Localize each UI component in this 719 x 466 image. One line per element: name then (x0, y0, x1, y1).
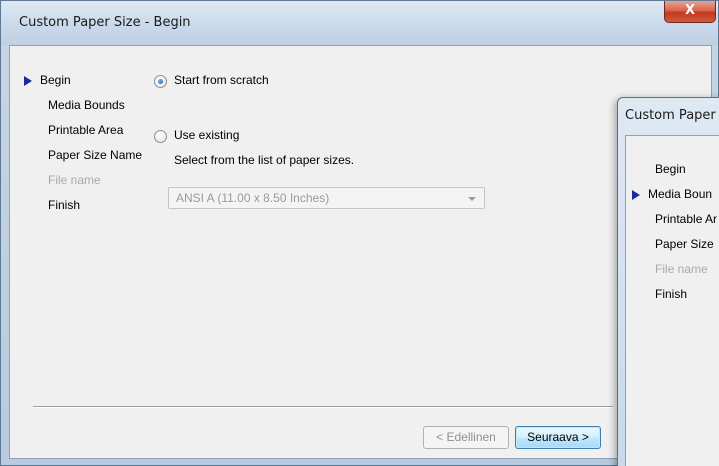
wizard-body: Begin Media Bounds Printable Area Paper … (9, 45, 712, 459)
second-step-file-name: File name (655, 262, 708, 276)
step-finish: Finish (48, 198, 81, 212)
paper-size-select-value: ANSI A (11.00 x 8.50 Inches) (176, 191, 330, 205)
second-wizard-body: Begin Media Boun Printable Ar Paper Size… (625, 135, 719, 466)
close-button[interactable]: X (664, 1, 716, 23)
second-step-printable-area: Printable Ar (655, 212, 718, 226)
second-custom-paper-window[interactable]: Custom Paper Begin Media Boun Printable … (617, 97, 719, 466)
window-title: Custom Paper Size - Begin (19, 15, 191, 30)
paper-size-select[interactable]: ANSI A (11.00 x 8.50 Inches) (168, 187, 485, 209)
use-existing-radio[interactable] (154, 130, 167, 143)
step-paper-size-name: Paper Size Name (48, 148, 143, 162)
second-step-media-bounds: Media Boun (648, 187, 713, 201)
step-file-name: File name (48, 173, 101, 187)
title-bar[interactable]: Custom Paper Size - Begin X (1, 1, 718, 45)
second-step-begin: Begin (655, 162, 686, 176)
use-existing-label[interactable]: Use existing (174, 128, 239, 142)
start-from-scratch-radio[interactable] (154, 75, 167, 88)
chevron-down-icon (468, 197, 476, 201)
second-window-title: Custom Paper (625, 108, 716, 123)
start-from-scratch-label[interactable]: Start from scratch (174, 73, 269, 87)
next-button[interactable]: Seuraava > (515, 426, 601, 449)
back-button[interactable]: < Edellinen (423, 426, 509, 449)
step-printable-area: Printable Area (48, 123, 124, 137)
close-icon: X (684, 3, 696, 18)
second-current-step-arrow-icon (632, 190, 640, 200)
current-step-arrow-icon (24, 76, 32, 86)
step-begin: Begin (40, 73, 71, 87)
footer-divider (33, 406, 613, 408)
step-media-bounds: Media Bounds (48, 98, 125, 112)
existing-hint-text: Select from the list of paper sizes. (174, 153, 355, 167)
second-step-paper-size: Paper Size (655, 237, 714, 251)
custom-paper-size-window: Custom Paper Size - Begin X Begin Media … (0, 0, 719, 466)
second-step-finish: Finish (655, 287, 688, 301)
